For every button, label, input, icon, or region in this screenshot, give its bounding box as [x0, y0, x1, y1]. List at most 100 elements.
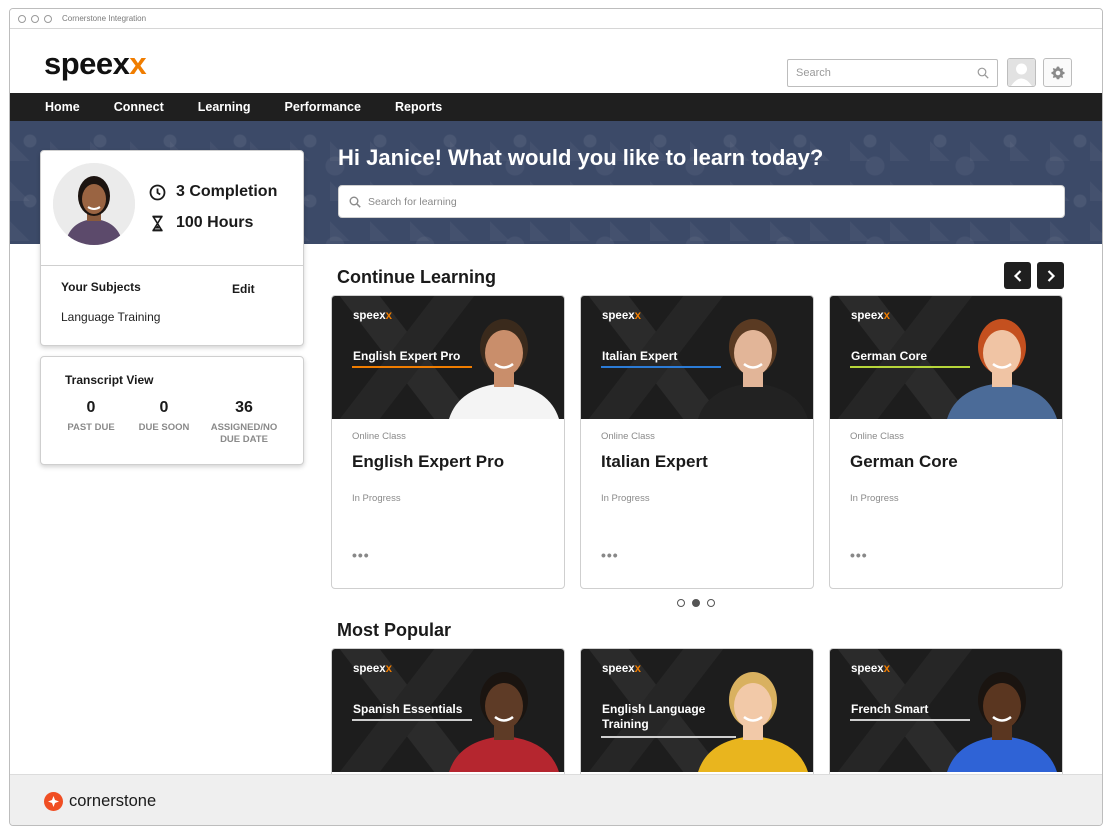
course-card-body: Online Class English Expert Pro In Progr… [332, 419, 564, 588]
course-card[interactable]: speexx French Smart [829, 648, 1063, 788]
cornerstone-logo[interactable]: cornerstone [44, 792, 156, 811]
window-minimize-dot[interactable] [31, 14, 39, 23]
course-card[interactable]: speexx English Expert Pro Online Class E… [331, 295, 565, 589]
user-avatar-icon [1008, 59, 1035, 86]
course-type: Online Class [352, 431, 406, 442]
subject-item[interactable]: Language Training [61, 310, 160, 324]
speexx-logo[interactable]: speexx [44, 46, 147, 82]
most-popular-title: Most Popular [337, 620, 452, 640]
due-soon-count: 0 [159, 399, 169, 416]
footer-brand-text: cornerstone [69, 792, 157, 810]
nav-connect[interactable]: Connect [114, 100, 164, 114]
avatar[interactable] [53, 163, 135, 245]
settings-button[interactable] [1043, 58, 1072, 87]
course-thumbnail[interactable]: speexx German Core [830, 296, 1062, 419]
window-titlebar: Cornerstone Integration [10, 9, 1102, 29]
learning-search-placeholder: Search for learning [368, 195, 457, 208]
more-options-button[interactable]: ••• [850, 547, 868, 563]
instructor-photo [698, 672, 808, 772]
past-due-label: PAST DUE [67, 422, 115, 433]
speexx-brand-label: speexx [353, 663, 393, 675]
transcript-title: Transcript View [65, 373, 154, 387]
speexx-brand-label: speexx [602, 310, 642, 322]
subjects-title: Your Subjects [61, 280, 141, 294]
search-icon [977, 67, 989, 79]
course-card-body: Online Class German Core In Progress ••• [830, 419, 1062, 588]
hero-greeting: Hi Janice! What would you like to learn … [338, 145, 824, 170]
course-type: Online Class [601, 431, 655, 442]
hours-count: 100 Hours [176, 214, 254, 231]
nav-reports[interactable]: Reports [395, 100, 442, 114]
more-options-button[interactable]: ••• [352, 547, 370, 563]
transcript-assigned[interactable]: 36 ASSIGNED/NO DUE DATE [204, 399, 284, 446]
nav-home[interactable]: Home [45, 100, 80, 114]
course-name[interactable]: Italian Expert [601, 452, 708, 472]
gear-icon [1051, 66, 1064, 79]
course-card-body: Online Class Italian Expert In Progress … [581, 419, 813, 588]
instructor-photo [947, 319, 1057, 419]
course-thumbnail[interactable]: speexx English Expert Pro [332, 296, 564, 419]
transcript-due-soon[interactable]: 0 DUE SOON [124, 399, 204, 434]
transcript-card: Transcript View 0 PAST DUE 0 DUE SOON 36… [40, 356, 304, 465]
thumbnail-title: French Smart [851, 702, 929, 716]
course-type: Online Class [850, 431, 904, 442]
course-thumbnail[interactable]: speexx English Language Training [581, 649, 813, 772]
global-search-input[interactable]: Search [787, 59, 998, 87]
course-card[interactable]: speexx English Language Training [580, 648, 814, 788]
window-close-dot[interactable] [18, 14, 26, 23]
course-card[interactable]: speexx German Core Online Class German C… [829, 295, 1063, 589]
course-thumbnail[interactable]: speexx Italian Expert [581, 296, 813, 419]
window-maximize-dot[interactable] [44, 14, 52, 23]
completion-stat: 3 Completion [149, 183, 277, 201]
course-name[interactable]: German Core [850, 452, 958, 472]
speexx-brand-label: speexx [353, 310, 393, 322]
course-thumbnail[interactable]: speexx French Smart [830, 649, 1062, 772]
course-status: In Progress [601, 493, 650, 504]
footer: cornerstone [10, 774, 1102, 825]
cornerstone-mark-icon [44, 792, 63, 811]
profile-divider [41, 265, 303, 266]
transcript-past-due[interactable]: 0 PAST DUE [51, 399, 131, 434]
nav-learning[interactable]: Learning [198, 100, 251, 114]
chevron-left-icon [1013, 269, 1021, 282]
carousel-next-button[interactable] [1037, 262, 1064, 289]
browser-window: Cornerstone Integration speexx Search Ho… [9, 8, 1103, 826]
search-icon [349, 196, 361, 208]
top-header: speexx Search [10, 30, 1102, 93]
assigned-label: ASSIGNED/NO DUE DATE [210, 422, 278, 445]
speexx-brand-label: speexx [851, 663, 891, 675]
course-card[interactable]: speexx Italian Expert Online Class Itali… [580, 295, 814, 589]
user-profile-button[interactable] [1007, 58, 1036, 87]
profile-card: 3 Completion 100 Hours Your Subjects Edi… [40, 150, 304, 346]
main-nav: Home Connect Learning Performance Report… [10, 93, 1102, 121]
profile-photo-image [53, 163, 135, 245]
clock-icon [149, 184, 166, 200]
learning-search-input[interactable]: Search for learning [338, 185, 1065, 218]
carousel-prev-button[interactable] [1004, 262, 1031, 289]
pager-dot-3[interactable] [707, 599, 715, 607]
hours-stat: 100 Hours [149, 214, 253, 232]
course-card[interactable]: speexx Spanish Essentials [331, 648, 565, 788]
thumbnail-title: German Core [851, 349, 928, 363]
instructor-photo [698, 319, 808, 419]
pager-dot-1[interactable] [677, 599, 685, 607]
instructor-photo [449, 672, 559, 772]
course-status: In Progress [850, 493, 899, 504]
chevron-right-icon [1047, 269, 1055, 282]
speexx-brand-label: speexx [851, 310, 891, 322]
course-thumbnail[interactable]: speexx Spanish Essentials [332, 649, 564, 772]
nav-performance[interactable]: Performance [285, 100, 361, 114]
assigned-count: 36 [235, 399, 253, 416]
window-title: Cornerstone Integration [62, 14, 147, 23]
course-name[interactable]: English Expert Pro [352, 452, 504, 472]
continue-learning-title: Continue Learning [337, 267, 496, 287]
edit-subjects-button[interactable]: Edit [232, 282, 255, 296]
due-soon-label: DUE SOON [138, 422, 190, 433]
course-status: In Progress [352, 493, 401, 504]
speexx-brand-label: speexx [602, 663, 642, 675]
hourglass-icon [152, 215, 163, 231]
more-options-button[interactable]: ••• [601, 547, 619, 563]
carousel-pager [677, 599, 722, 607]
completion-count: 3 Completion [176, 183, 278, 200]
pager-dot-2[interactable] [692, 599, 700, 607]
